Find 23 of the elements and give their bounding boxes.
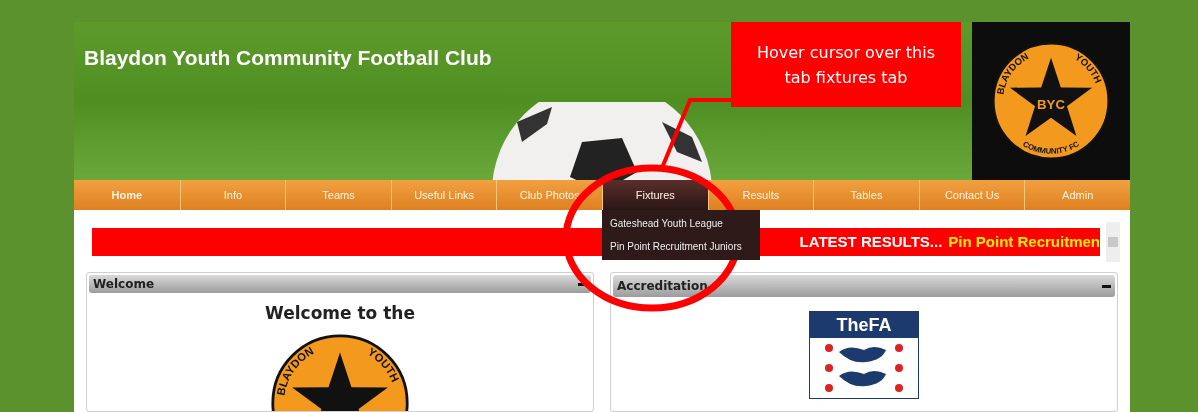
panel-title: Welcome [93, 276, 155, 293]
dropdown-item[interactable]: Pin Point Recruitment Juniors [602, 235, 760, 258]
nav-tab[interactable]: Contact Us [918, 180, 1025, 210]
site-title: Blaydon Youth Community Football Club [84, 45, 492, 71]
nav-tab[interactable]: Results [707, 180, 814, 210]
nav-tab[interactable]: Home [74, 180, 180, 210]
panel-title: Accreditation [617, 278, 708, 295]
nav-tab[interactable]: Fixtures [602, 180, 708, 210]
minimize-icon[interactable] [1102, 284, 1111, 288]
scrollbar[interactable] [1106, 222, 1120, 262]
annotation-text: Hover cursor over this tab fixtures tab [755, 41, 937, 89]
ticker-text: Pin Point Recruitmen [948, 231, 1100, 252]
nav-tab[interactable]: Tables [813, 180, 919, 210]
nav-tab[interactable]: Club Photos [496, 180, 602, 210]
minimize-icon[interactable] [578, 282, 587, 286]
nav-tab[interactable]: Admin [1024, 180, 1130, 210]
nav-tab[interactable]: Teams [285, 180, 391, 210]
welcome-heading: Welcome to the [265, 302, 415, 325]
ticker-label: LATEST RESULTS... [799, 231, 943, 252]
nav-tab[interactable]: Info [179, 180, 286, 210]
dropdown-item[interactable]: Gateshead Youth League [602, 212, 760, 235]
nav-tab[interactable]: Useful Links [390, 180, 497, 210]
fa-wordmark: TheFA [810, 312, 918, 338]
